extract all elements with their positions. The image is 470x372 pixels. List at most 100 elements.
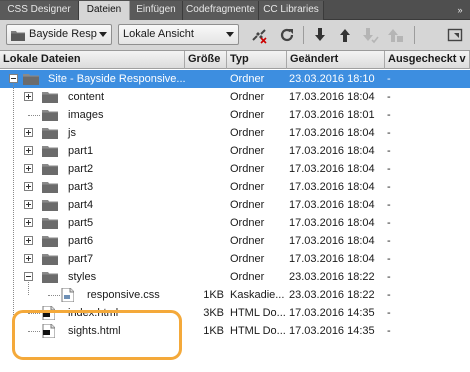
file-modified-cell: 17.03.2016 18:01 bbox=[289, 109, 375, 121]
table-row[interactable]: part7 Ordner 17.03.2016 18:04- bbox=[0, 250, 470, 268]
expand-icon[interactable] bbox=[446, 26, 464, 44]
column-header-size[interactable]: Größe bbox=[185, 51, 227, 69]
file-size-cell bbox=[185, 178, 226, 196]
file-size-cell bbox=[185, 160, 226, 178]
file-size-cell bbox=[185, 106, 226, 124]
folder-icon bbox=[11, 29, 25, 48]
tab-dateien[interactable]: Dateien bbox=[79, 1, 130, 20]
table-row[interactable]: content Ordner 17.03.2016 18:04- bbox=[0, 88, 470, 106]
file-type-cell: HTML Do... bbox=[230, 325, 286, 337]
folder-icon bbox=[42, 109, 58, 121]
file-name-cell: js bbox=[0, 124, 185, 142]
file-type-cell: Ordner bbox=[230, 271, 265, 283]
expand-plus-icon[interactable] bbox=[24, 200, 33, 209]
file-name-cell: part1 bbox=[0, 142, 185, 160]
file-name-label: part5 bbox=[68, 217, 94, 229]
file-type-cell: Ordner bbox=[230, 145, 265, 157]
tab-einfuegen[interactable]: Einfügen bbox=[130, 1, 183, 20]
file-type-cell: Kaskadie... bbox=[230, 289, 285, 301]
site-select[interactable]: Bayside Resp bbox=[6, 24, 112, 45]
file-checked-out-cell: - bbox=[387, 271, 391, 283]
file-checked-out-cell: - bbox=[387, 235, 391, 247]
table-row[interactable]: js Ordner 17.03.2016 18:04- bbox=[0, 124, 470, 142]
file-modified-cell: 17.03.2016 18:04 bbox=[289, 199, 375, 211]
files-toolbar: Bayside Resp Lokale Ansicht bbox=[0, 20, 470, 50]
check-in-icon[interactable] bbox=[386, 26, 404, 44]
file-name-label: images bbox=[68, 109, 104, 121]
file-size-cell bbox=[185, 232, 226, 250]
disconnect-icon[interactable] bbox=[250, 26, 268, 44]
column-header-modified[interactable]: Geändert bbox=[287, 51, 385, 69]
file-checked-out-cell: - bbox=[387, 163, 391, 175]
put-files-icon[interactable] bbox=[336, 26, 354, 44]
file-name-label: styles bbox=[68, 271, 97, 283]
file-checked-out-cell: - bbox=[387, 109, 391, 121]
panel-menu-icon[interactable]: » bbox=[454, 4, 466, 16]
file-size-cell bbox=[185, 142, 226, 160]
tree-connector bbox=[28, 282, 29, 295]
file-type-cell: Ordner bbox=[230, 91, 265, 103]
file-modified-cell: 17.03.2016 18:04 bbox=[289, 91, 375, 103]
file-modified-cell: 17.03.2016 18:04 bbox=[289, 163, 375, 175]
expand-plus-icon[interactable] bbox=[24, 128, 33, 137]
toolbar-divider bbox=[414, 26, 415, 44]
tree-connector bbox=[13, 84, 14, 331]
expand-plus-icon[interactable] bbox=[24, 182, 33, 191]
tab-codefragmente[interactable]: Codefragmente bbox=[183, 1, 259, 20]
chevron-down-icon bbox=[226, 32, 234, 37]
site-select-value: Bayside Resp bbox=[29, 28, 97, 40]
get-files-icon[interactable] bbox=[311, 26, 329, 44]
toolbar-divider bbox=[303, 26, 304, 44]
table-row[interactable]: part4 Ordner 17.03.2016 18:04- bbox=[0, 196, 470, 214]
file-checked-out-cell: - bbox=[387, 73, 391, 85]
expand-plus-icon[interactable] bbox=[24, 164, 33, 173]
file-name-label: js bbox=[68, 127, 76, 139]
file-modified-cell: 17.03.2016 18:04 bbox=[289, 253, 375, 265]
tab-css-designer[interactable]: CSS Designer bbox=[0, 1, 79, 20]
column-header-checked-out[interactable]: Ausgecheckt v bbox=[385, 51, 470, 69]
table-row[interactable]: styles Ordner 23.03.2016 18:22- bbox=[0, 268, 470, 286]
table-row[interactable]: Site - Bayside Responsive... Ordner 23.03.… bbox=[0, 70, 470, 88]
table-row[interactable]: images Ordner 17.03.2016 18:01- bbox=[0, 106, 470, 124]
file-name-cell: part2 bbox=[0, 160, 185, 178]
column-header-name[interactable]: Lokale Dateien bbox=[0, 51, 185, 69]
check-out-icon[interactable] bbox=[361, 26, 379, 44]
table-row[interactable]: part3 Ordner 17.03.2016 18:04- bbox=[0, 178, 470, 196]
view-select[interactable]: Lokale Ansicht bbox=[118, 24, 239, 45]
collapse-minus-icon[interactable] bbox=[9, 74, 18, 83]
tree-connector bbox=[28, 115, 40, 116]
expand-plus-icon[interactable] bbox=[24, 218, 33, 227]
file-list-panel: Lokale Dateien Größe Typ Geändert Ausgec… bbox=[0, 50, 470, 372]
column-header-type[interactable]: Typ bbox=[227, 51, 287, 69]
folder-icon bbox=[42, 199, 58, 211]
panel-tab-bar: CSS Designer Dateien Einfügen Codefragme… bbox=[0, 0, 470, 20]
table-row[interactable]: responsive.css 1KB Kaskadie... 23.03.2016 1… bbox=[0, 286, 470, 304]
file-size-cell: 3KB bbox=[203, 307, 224, 319]
file-modified-cell: 23.03.2016 18:22 bbox=[289, 289, 375, 301]
file-checked-out-cell: - bbox=[387, 307, 391, 319]
file-name-cell: part4 bbox=[0, 196, 185, 214]
folder-icon bbox=[42, 271, 58, 283]
file-type-cell: Ordner bbox=[230, 199, 265, 211]
refresh-icon[interactable] bbox=[278, 26, 296, 44]
file-modified-cell: 17.03.2016 18:04 bbox=[289, 145, 375, 157]
file-modified-cell: 23.03.2016 18:22 bbox=[289, 271, 375, 283]
file-checked-out-cell: - bbox=[387, 217, 391, 229]
table-row[interactable]: part5 Ordner 17.03.2016 18:04- bbox=[0, 214, 470, 232]
file-name-cell: part6 bbox=[0, 232, 185, 250]
css-file-icon bbox=[61, 288, 74, 302]
table-row[interactable]: part2 Ordner 17.03.2016 18:04- bbox=[0, 160, 470, 178]
file-checked-out-cell: - bbox=[387, 199, 391, 211]
expand-plus-icon[interactable] bbox=[24, 254, 33, 263]
table-row[interactable]: part6 Ordner 17.03.2016 18:04- bbox=[0, 232, 470, 250]
collapse-minus-icon[interactable] bbox=[24, 272, 33, 281]
file-modified-cell: 23.03.2016 18:10 bbox=[289, 73, 375, 85]
expand-plus-icon[interactable] bbox=[24, 92, 33, 101]
expand-plus-icon[interactable] bbox=[24, 146, 33, 155]
file-type-cell: Ordner bbox=[230, 181, 265, 193]
file-size-cell bbox=[185, 124, 226, 142]
expand-plus-icon[interactable] bbox=[24, 236, 33, 245]
table-row[interactable]: part1 Ordner 17.03.2016 18:04- bbox=[0, 142, 470, 160]
file-name-label: part3 bbox=[68, 181, 94, 193]
tab-cc-libraries[interactable]: CC Libraries bbox=[259, 1, 324, 20]
